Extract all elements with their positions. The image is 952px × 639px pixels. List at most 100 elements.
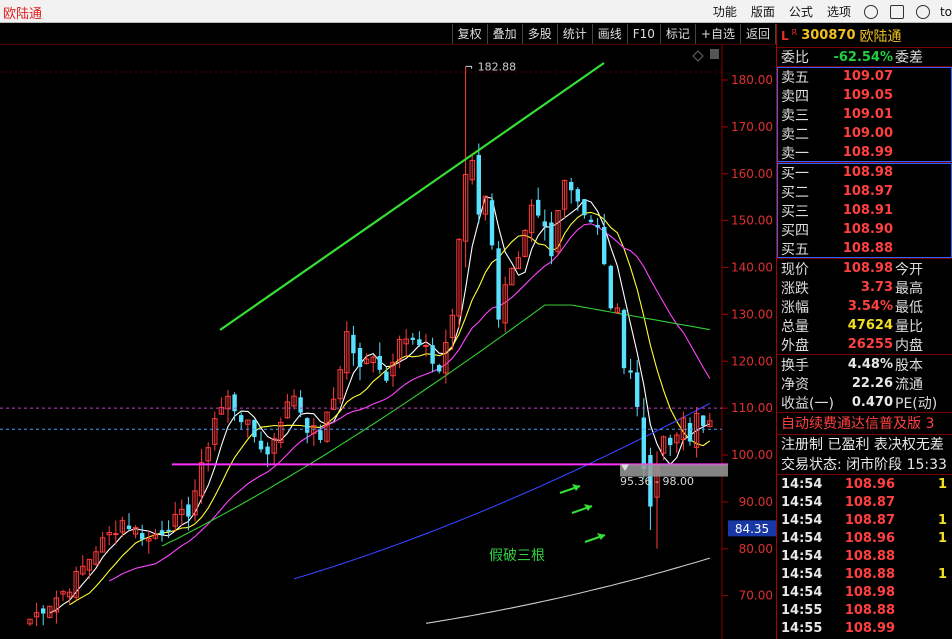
candle-body	[437, 365, 442, 372]
ma250-line	[425, 557, 710, 624]
tick-price: 108.96	[844, 476, 895, 492]
stat-value: 22.26	[851, 376, 893, 391]
tick-volume: 1	[937, 530, 947, 546]
menu-formula[interactable]: 公式	[782, 3, 820, 20]
candle-body	[641, 417, 646, 470]
bid-row[interactable]: 买三 108.91	[777, 201, 952, 220]
range-label: 95.36 - 98.00	[620, 475, 694, 488]
candlestick-chart[interactable]: 180.00 170.00 160.00 150.00 140.00 130.00 120.…	[0, 44, 776, 639]
tick-row: 14:55 108.88	[777, 601, 952, 619]
stat-value: 0.470	[851, 395, 893, 410]
toolbar-draw-button[interactable]: 画线	[591, 24, 627, 44]
ask-row[interactable]: 卖三 109.01	[777, 105, 952, 124]
bid-label: 买二	[781, 184, 809, 201]
toolbar-multi-button[interactable]: 多股	[521, 24, 557, 44]
toolbar-mark-button[interactable]: 标记	[659, 24, 695, 44]
candle-body	[549, 222, 554, 257]
tick-price: 108.88	[844, 602, 895, 618]
bid-row[interactable]: 买二 108.97	[777, 182, 952, 201]
toolbar-overlay-button[interactable]: 叠加	[486, 24, 522, 44]
candle-body	[687, 423, 693, 442]
toolbar-back-button[interactable]: 返回	[739, 24, 776, 44]
ask-row[interactable]: 卖二 109.00	[777, 124, 952, 143]
candle-body	[239, 415, 244, 423]
bid-row[interactable]: 买五 108.88	[777, 239, 952, 258]
candle-body	[621, 309, 627, 369]
menu-layout[interactable]: 版面	[744, 3, 782, 20]
moving-average-lines	[49, 196, 711, 624]
y-tick-label: 170.00	[731, 120, 773, 134]
bid-row[interactable]: 买一 108.98	[777, 163, 952, 182]
tick-price: 108.98	[844, 584, 895, 600]
candle-body	[430, 345, 435, 364]
tick-row: 14:54 108.96 1	[777, 475, 952, 493]
tick-row: 14:54 108.98	[777, 583, 952, 601]
toolbar-f10-button[interactable]: F10	[626, 24, 660, 44]
toolbar-adjust-button[interactable]: 复权	[451, 24, 487, 44]
chart-scroll-handle[interactable]	[710, 49, 719, 59]
ad-marquee[interactable]: 自动续费通达信普及版 3	[777, 413, 952, 435]
candle-body	[569, 181, 574, 191]
tick-row: 14:54 108.87 1	[777, 511, 952, 529]
ask-row[interactable]: 卖一 108.99	[777, 143, 952, 162]
quote-row-pct: 涨幅 3.54% 最低	[777, 297, 952, 316]
market-flag-sup: R	[791, 27, 798, 37]
stock-name: 欧陆通	[859, 28, 902, 45]
title-bar: 欧陆通 功能 版面 公式 选项 to	[0, 0, 952, 23]
candle-body	[166, 529, 171, 532]
app-title: 欧陆通	[3, 7, 43, 22]
candle-body	[701, 415, 706, 426]
quote-value: 108.98	[842, 261, 893, 276]
ask-row[interactable]: 卖四 109.05	[777, 86, 952, 105]
weibi-value: -62.54%	[833, 49, 893, 65]
weicha-label: 委差	[895, 50, 923, 66]
stat-label2: 股本	[895, 357, 923, 374]
tick-volume: 1	[937, 512, 947, 528]
bid-price: 108.90	[842, 222, 893, 237]
shirt-icon[interactable]	[889, 4, 904, 19]
ask-label: 卖五	[781, 69, 809, 86]
ask-label: 卖三	[781, 107, 809, 124]
ask-row[interactable]: 卖五 109.07	[777, 67, 952, 86]
y-tick-label: 90.00	[739, 495, 773, 509]
tick-list[interactable]: 14:54 108.96 1 14:54 108.87 14:54 108.87 1 14…	[777, 475, 952, 637]
minimize-icon[interactable]	[915, 4, 930, 19]
ask-book: 卖五 109.07 卖四 109.05 卖三 109.01 卖二 109.00 卖一 10…	[777, 67, 952, 162]
trendline-up	[219, 62, 605, 331]
tick-price: 108.87	[844, 494, 895, 510]
bid-price: 108.98	[842, 165, 893, 180]
tick-volume: 1	[937, 476, 947, 492]
diamond-icon[interactable]	[692, 50, 704, 62]
candle-body	[298, 397, 303, 413]
candle-body	[126, 525, 132, 530]
y-tick-label: 120.00	[731, 354, 773, 368]
candle-body	[252, 419, 257, 438]
stat-label: 收益(一)	[781, 395, 834, 412]
refresh-icon[interactable]	[863, 4, 878, 19]
toolbar-stats-button[interactable]: 统计	[556, 24, 592, 44]
candle-body	[140, 533, 145, 540]
ask-price: 109.05	[842, 88, 893, 103]
y-tick-label: 110.00	[731, 401, 773, 415]
bid-book: 买一 108.98 买二 108.97 买三 108.91 买四 108.90 买五 10…	[777, 163, 952, 258]
candle-body	[41, 608, 46, 614]
quote-row-outer: 外盘 26255 内盘	[777, 335, 952, 354]
candle-body	[582, 199, 587, 216]
tick-price: 108.88	[844, 566, 895, 582]
tick-price: 108.87	[844, 512, 895, 528]
menu-overflow[interactable]: to	[936, 5, 952, 19]
y-tick-label: 70.00	[739, 589, 773, 603]
tick-time: 14:55	[781, 602, 823, 618]
menu-options[interactable]: 选项	[820, 3, 858, 20]
stat-label: 净资	[781, 376, 809, 393]
stat-row-eps: 收益(一) 0.470 PE(动)	[777, 393, 952, 412]
tick-row: 14:55 108.99	[777, 619, 952, 637]
quote-label2: 量比	[895, 318, 923, 335]
bid-row[interactable]: 买四 108.90	[777, 220, 952, 239]
candle-body	[265, 446, 270, 455]
quote-label2: 最低	[895, 299, 923, 316]
menu-function[interactable]: 功能	[706, 3, 744, 20]
bid-label: 买四	[781, 222, 809, 239]
toolbar-add-watch-button[interactable]: +自选	[694, 24, 740, 44]
candle-body	[489, 200, 495, 246]
